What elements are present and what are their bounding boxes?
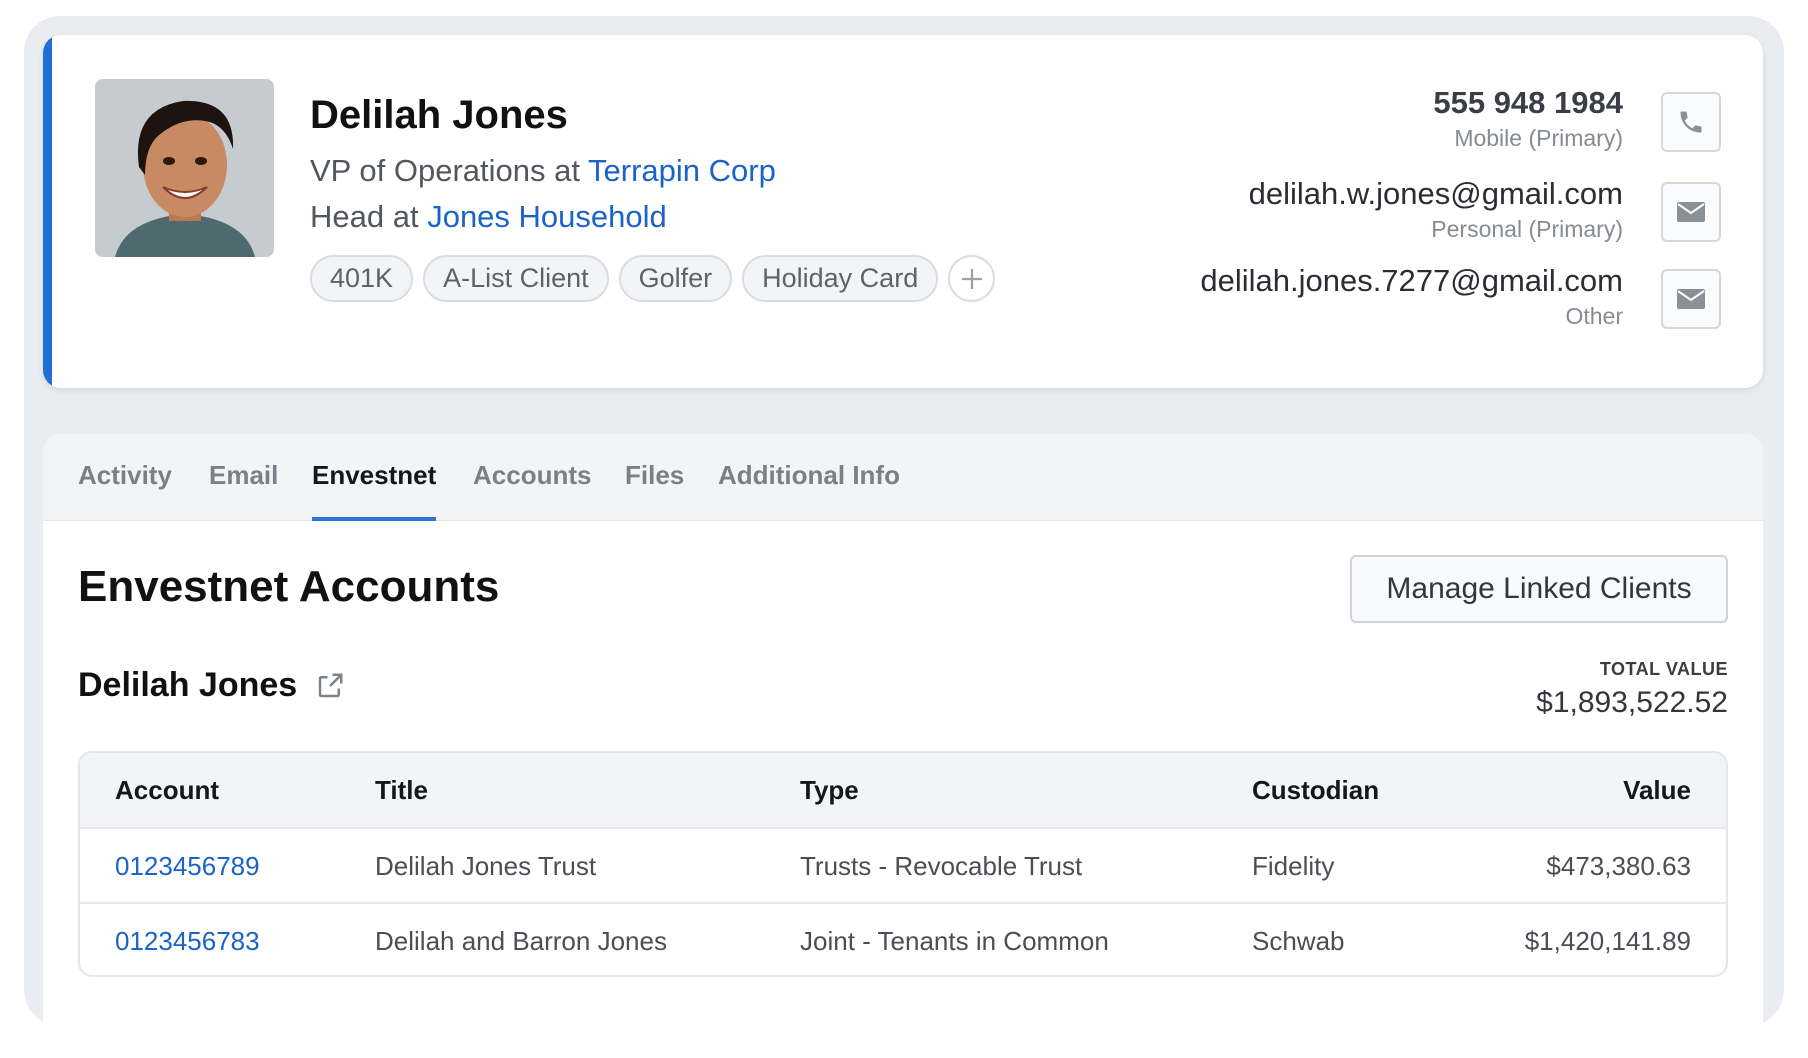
total-value: $1,893,522.52 <box>1536 686 1728 719</box>
client-name: Delilah Jones <box>78 666 298 704</box>
household-link[interactable]: Jones Household <box>427 199 667 234</box>
email-primary-label: Personal (Primary) <box>1431 216 1623 242</box>
tag-401k[interactable]: 401K <box>310 255 414 302</box>
phone-number[interactable]: 555 948 1984 <box>1433 85 1623 121</box>
household-prefix: Head at <box>310 199 428 234</box>
tab-files[interactable]: Files <box>625 460 684 521</box>
email-other-button[interactable] <box>1661 269 1721 329</box>
contact-email-primary: delilah.w.jones@gmail.com Personal (Prim… <box>1249 176 1623 243</box>
table-row: 0123456783 Delilah and Barron Jones Join… <box>80 902 1726 975</box>
mail-icon <box>1677 202 1705 222</box>
column-header-type: Type <box>800 775 859 805</box>
plus-icon <box>961 268 982 289</box>
contact-name: Delilah Jones <box>310 93 568 137</box>
tab-accounts[interactable]: Accounts <box>473 460 591 521</box>
job-title-prefix: VP of Operations at <box>310 153 589 188</box>
email-other-label: Other <box>1565 303 1623 329</box>
email-primary[interactable]: delilah.w.jones@gmail.com <box>1249 176 1623 212</box>
client-heading: Delilah Jones <box>78 666 345 705</box>
column-header-custodian: Custodian <box>1252 775 1380 805</box>
table-header: Account Title Type Custodian Value <box>80 753 1726 827</box>
accent-bar <box>43 35 52 388</box>
phone-label: Mobile (Primary) <box>1454 125 1623 151</box>
avatar <box>95 79 274 257</box>
section-title: Envestnet Accounts <box>78 562 500 611</box>
tag-list: 401K A-List Client Golfer Holiday Card <box>310 255 996 302</box>
column-header-title: Title <box>375 775 428 805</box>
account-type: Trusts - Revocable Trust <box>800 851 1083 881</box>
account-value: $473,380.63 <box>1546 851 1691 881</box>
tab-additional-info[interactable]: Additional Info <box>718 460 900 521</box>
tab-envestnet[interactable]: Envestnet <box>312 460 437 521</box>
column-header-value: Value <box>1623 775 1691 805</box>
avatar-portrait-icon <box>95 79 274 257</box>
email-other[interactable]: delilah.jones.7277@gmail.com <box>1200 263 1623 299</box>
contact-email-other: delilah.jones.7277@gmail.com Other <box>1200 263 1623 330</box>
account-value: $1,420,141.89 <box>1524 926 1691 956</box>
total-value-label: TOTAL VALUE <box>1599 659 1728 679</box>
account-custodian: Fidelity <box>1252 851 1335 881</box>
external-link-icon[interactable] <box>315 671 345 701</box>
account-number-link[interactable]: 0123456783 <box>115 926 260 957</box>
tab-activity[interactable]: Activity <box>78 460 172 521</box>
tab-email[interactable]: Email <box>209 460 278 521</box>
tag-holiday-card[interactable]: Holiday Card <box>742 255 939 302</box>
contact-phone: 555 948 1984 Mobile (Primary) <box>1433 85 1623 152</box>
profile-card: Delilah Jones VP of Operations at Terrap… <box>43 35 1763 388</box>
manage-linked-clients-button[interactable]: Manage Linked Clients <box>1350 555 1728 623</box>
tag-golfer[interactable]: Golfer <box>618 255 733 302</box>
household-line: Head at Jones Household <box>310 199 667 235</box>
envestnet-panel: Activity Email Envestnet Accounts Files … <box>43 434 1763 1026</box>
company-link[interactable]: Terrapin Corp <box>588 153 776 188</box>
table-row: 0123456789 Delilah Jones Trust Trusts - … <box>80 827 1726 902</box>
account-title: Delilah Jones Trust <box>375 851 597 881</box>
phone-icon <box>1680 111 1702 133</box>
mail-icon <box>1677 289 1705 309</box>
accounts-table: Account Title Type Custodian Value 01234… <box>78 751 1728 977</box>
call-button[interactable] <box>1661 92 1721 152</box>
account-custodian: Schwab <box>1252 926 1345 956</box>
tab-bar: Activity Email Envestnet Accounts Files … <box>43 434 1763 521</box>
job-title: VP of Operations at Terrapin Corp <box>310 153 776 189</box>
add-tag-button[interactable] <box>948 255 996 302</box>
account-type: Joint - Tenants in Common <box>800 926 1109 956</box>
tag-a-list-client[interactable]: A-List Client <box>423 255 609 302</box>
column-header-account: Account <box>115 775 219 805</box>
account-number-link[interactable]: 0123456789 <box>115 851 260 882</box>
email-primary-button[interactable] <box>1661 182 1721 242</box>
account-title: Delilah and Barron Jones <box>375 926 667 956</box>
